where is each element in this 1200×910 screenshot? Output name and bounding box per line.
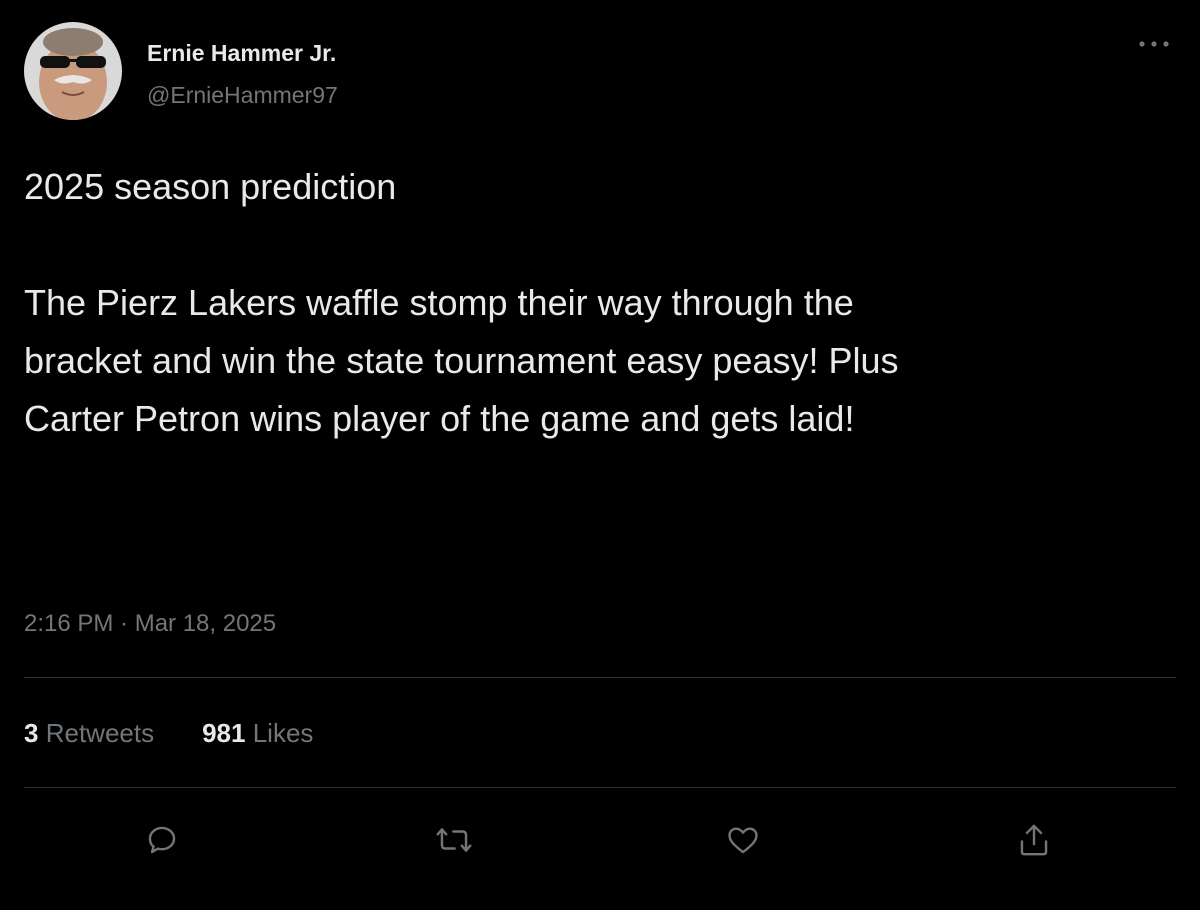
- retweets-count: 3: [24, 718, 39, 748]
- share-icon: [1020, 824, 1048, 856]
- more-options-icon[interactable]: [1136, 32, 1172, 56]
- tweet-detail: Ernie Hammer Jr. @ErnieHammer97 2025 sea…: [0, 0, 1200, 910]
- reply-button[interactable]: [140, 818, 184, 862]
- tweet-timestamp[interactable]: 2:16 PM · Mar 18, 2025: [24, 610, 276, 638]
- user-handle[interactable]: @ErnieHammer97: [147, 82, 338, 109]
- engagement-stats: 3 Retweets 981 Likes: [24, 718, 313, 749]
- reply-icon: [148, 826, 176, 854]
- avatar[interactable]: [24, 22, 122, 120]
- like-button[interactable]: [721, 818, 765, 862]
- divider: [24, 677, 1176, 678]
- like-icon: [728, 827, 758, 854]
- retweet-button[interactable]: [432, 818, 476, 862]
- tweet-text: 2025 season prediction The Pierz Lakers …: [24, 158, 1174, 448]
- retweet-icon: [436, 828, 472, 852]
- share-button[interactable]: [1012, 818, 1056, 862]
- likes-stat[interactable]: 981 Likes: [202, 718, 313, 749]
- divider: [24, 787, 1176, 788]
- display-name[interactable]: Ernie Hammer Jr.: [147, 40, 336, 67]
- tweet-text-line-2: The Pierz Lakers waffle stomp their way …: [24, 282, 899, 439]
- tweet-text-line-1: 2025 season prediction: [24, 166, 397, 207]
- retweets-stat[interactable]: 3 Retweets: [24, 718, 154, 749]
- likes-count: 981: [202, 718, 246, 748]
- retweets-label: Retweets: [45, 718, 155, 748]
- profile-photo-icon: [24, 22, 122, 120]
- likes-label: Likes: [252, 718, 314, 748]
